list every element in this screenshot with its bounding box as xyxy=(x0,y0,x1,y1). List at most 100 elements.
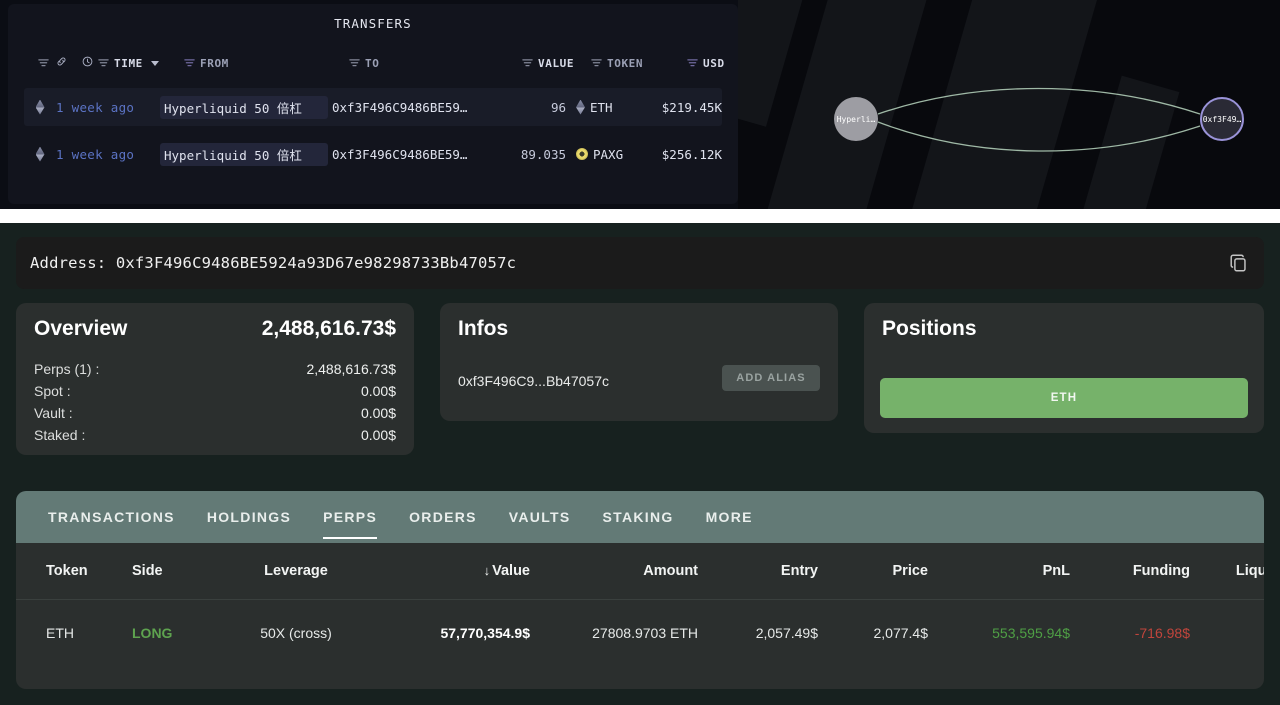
table-row[interactable]: ETH LONG 50X (cross) 57,770,354.9$ 27808… xyxy=(16,600,1264,666)
sort-desc-caret-icon[interactable] xyxy=(150,60,159,66)
funnel-icon xyxy=(38,58,49,69)
transfer-time: 1 week ago xyxy=(56,146,135,162)
column-header-value-label: VALUE xyxy=(538,56,575,70)
perps-cell-entry: 2,057.49$ xyxy=(755,625,818,641)
graph-node-address[interactable]: 0xf3F49… xyxy=(1200,97,1244,141)
overview-row-label: Vault : xyxy=(34,404,73,421)
position-chip-eth[interactable]: ETH xyxy=(880,378,1248,418)
infos-title: Infos xyxy=(458,317,509,340)
column-header-time-label: TIME xyxy=(114,56,143,70)
ethereum-icon xyxy=(576,99,585,115)
perps-cell-amount: 27808.9703 ETH xyxy=(592,625,698,641)
infos-card: Infos 0xf3F496C9...Bb47057c ADD ALIAS xyxy=(440,303,838,421)
address-label: Address: xyxy=(30,254,107,272)
perps-col-token[interactable]: Token xyxy=(46,563,132,579)
tab-orders[interactable]: ORDERS xyxy=(393,491,493,543)
transfer-value: 89.035 xyxy=(520,146,566,162)
perps-col-value[interactable]: ↓ Value xyxy=(360,563,530,579)
chain-icon-cell xyxy=(24,99,56,115)
overview-title: Overview xyxy=(34,317,128,340)
column-header-usd[interactable]: USD xyxy=(687,50,725,76)
tab-vaults[interactable]: VAULTS xyxy=(493,491,587,543)
transfer-token-cell: ETH xyxy=(570,99,636,115)
chain-icon-cell xyxy=(24,146,56,162)
transfer-usd: $256.12K xyxy=(661,146,722,162)
positions-card: Positions ETH xyxy=(864,303,1264,433)
graph-node-label: Hyperli… xyxy=(836,114,876,124)
tab-perps[interactable]: PERPS xyxy=(307,491,393,543)
transfer-graph-panel[interactable]: Hyperli… 0xf3F49… xyxy=(738,0,1280,209)
transfer-token-label: PAXG xyxy=(593,146,624,162)
overview-row-label: Perps (1) : xyxy=(34,360,100,377)
overview-row-label: Spot : xyxy=(34,382,71,399)
link-icon xyxy=(56,56,67,70)
perps-col-entry[interactable]: Entry xyxy=(698,563,818,579)
tab-more[interactable]: MORE xyxy=(690,491,769,543)
transfers-title: TRANSFERS xyxy=(334,16,412,31)
column-header-from-label: FROM xyxy=(200,56,229,70)
clock-icon xyxy=(82,56,93,70)
column-header-token[interactable]: TOKEN xyxy=(591,50,643,76)
funnel-icon xyxy=(184,58,195,69)
transfer-to[interactable]: 0xf3F496C9486BE59… xyxy=(332,100,504,115)
transfers-screenshot-region: TRANSFERS TIME FROM TO VALUE TOKEN USD 1… xyxy=(0,0,1280,209)
transfer-to[interactable]: 0xf3F496C9486BE59… xyxy=(332,147,504,162)
address-bar: Address: 0xf3F496C9486BE5924a93D67e98298… xyxy=(16,237,1264,289)
funnel-icon xyxy=(591,58,602,69)
wallet-screenshot-region: Address: 0xf3F496C9486BE5924a93D67e98298… xyxy=(0,223,1280,705)
transfer-from[interactable]: Hyperliquid 50 倍杠 xyxy=(160,95,328,119)
column-header-usd-label: USD xyxy=(703,56,725,70)
column-header-to[interactable]: TO xyxy=(349,50,379,76)
table-row[interactable]: 1 week ago Hyperliquid 50 倍杠 0xf3F496C94… xyxy=(24,88,722,126)
tab-holdings[interactable]: HOLDINGS xyxy=(191,491,307,543)
column-filter-all[interactable] xyxy=(38,50,49,76)
funnel-icon xyxy=(522,58,533,69)
perps-col-funding[interactable]: Funding xyxy=(1070,563,1190,579)
link-icon-header[interactable] xyxy=(56,50,67,76)
perps-cell-value: 57,770,354.9$ xyxy=(440,625,530,641)
screenshot-separator xyxy=(0,209,1280,223)
overview-card: Overview 2,488,616.73$ Perps (1) : 2,488… xyxy=(16,303,414,455)
perps-col-pnl[interactable]: PnL xyxy=(928,563,1070,579)
tab-staking[interactable]: STAKING xyxy=(587,491,690,543)
funnel-icon xyxy=(349,58,360,69)
ethereum-icon xyxy=(35,146,45,162)
perps-table-header: Token Side Leverage ↓ Value Amount Entry … xyxy=(16,543,1264,600)
perps-col-amount[interactable]: Amount xyxy=(530,563,698,579)
overview-row-value: 0.00$ xyxy=(360,426,396,443)
table-row[interactable]: 1 week ago Hyperliquid 50 倍杠 0xf3F496C94… xyxy=(24,135,722,173)
perps-cell-price: 2,077.4$ xyxy=(873,625,929,641)
add-alias-button[interactable]: ADD ALIAS xyxy=(722,365,820,391)
ethereum-icon xyxy=(35,99,45,115)
copy-icon[interactable] xyxy=(1228,251,1250,275)
transfer-from[interactable]: Hyperliquid 50 倍杠 xyxy=(160,142,328,166)
perps-col-price[interactable]: Price xyxy=(818,563,928,579)
graph-node-hyperliquid[interactable]: Hyperli… xyxy=(834,97,878,141)
tab-transactions[interactable]: TRANSACTIONS xyxy=(32,491,191,543)
perps-cell-pnl: 553,595.94$ xyxy=(992,625,1070,641)
column-header-from[interactable]: FROM xyxy=(184,50,229,76)
funnel-icon xyxy=(687,58,698,69)
perps-cell-liquidation: 2,008$ xyxy=(1190,625,1264,641)
column-header-token-label: TOKEN xyxy=(607,56,644,70)
transfers-panel: TRANSFERS TIME FROM TO VALUE TOKEN USD 1… xyxy=(8,4,738,204)
perps-col-value-label: Value xyxy=(492,563,530,579)
perps-col-side[interactable]: Side xyxy=(132,563,232,579)
perps-col-liquidation[interactable]: Liquidation xyxy=(1190,563,1264,579)
transfer-time: 1 week ago xyxy=(56,99,135,115)
column-header-time[interactable]: TIME xyxy=(82,50,159,76)
column-header-value[interactable]: VALUE xyxy=(522,50,574,76)
perps-table: Token Side Leverage ↓ Value Amount Entry … xyxy=(16,543,1264,689)
sort-desc-arrow-icon: ↓ xyxy=(483,563,491,578)
address-value: 0xf3F496C9486BE5924a93D67e98298733Bb4705… xyxy=(115,254,517,272)
overview-row-value: 0.00$ xyxy=(360,404,396,421)
transfer-token-cell: PAXG xyxy=(570,147,636,162)
paxg-coin-icon xyxy=(576,148,588,160)
overview-row-label: Staked : xyxy=(34,426,86,443)
column-header-to-label: TO xyxy=(365,56,380,70)
address-display: Address: 0xf3F496C9486BE5924a93D67e98298… xyxy=(30,254,516,272)
perps-cell-side: LONG xyxy=(132,625,173,641)
transfers-table-header: TIME FROM TO VALUE TOKEN USD xyxy=(8,50,738,76)
perps-col-leverage[interactable]: Leverage xyxy=(232,563,360,579)
transfer-token-label: ETH xyxy=(590,99,613,115)
